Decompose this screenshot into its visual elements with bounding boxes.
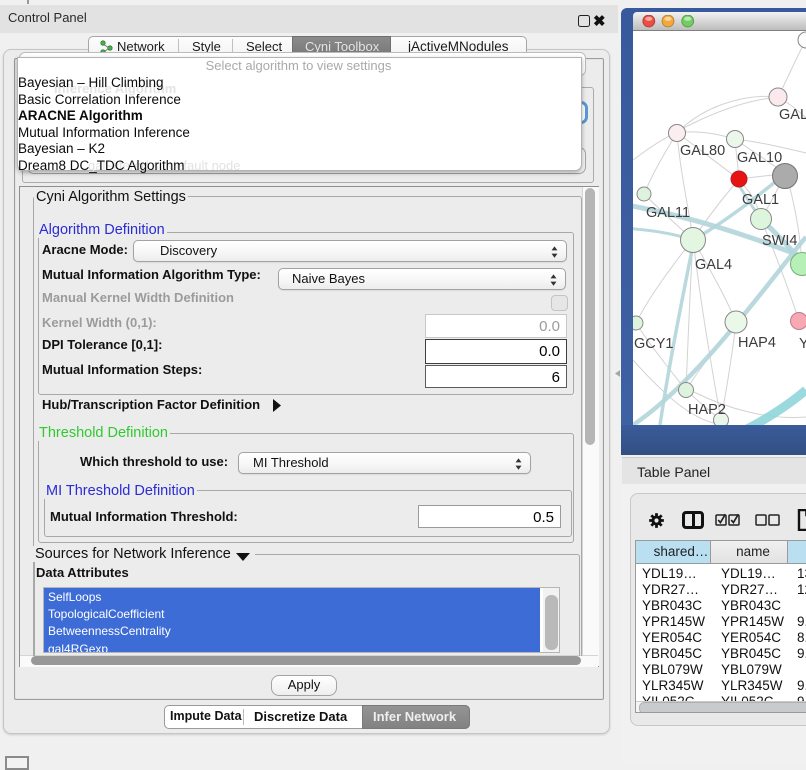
svg-text:HAP2: HAP2: [688, 402, 726, 418]
svg-text:SWI4: SWI4: [762, 233, 797, 249]
svg-text:GCY1: GCY1: [634, 336, 674, 352]
svg-text:GAL11: GAL11: [646, 205, 690, 221]
svg-text:GAL10: GAL10: [737, 150, 782, 166]
svg-text:Y: Y: [799, 336, 806, 352]
svg-text:HAP4: HAP4: [738, 335, 776, 351]
svg-text:GAL1: GAL1: [742, 192, 779, 208]
svg-text:GAL4: GAL4: [695, 257, 732, 273]
svg-text:GAL80: GAL80: [680, 143, 725, 159]
svg-text:GAL2: GAL2: [779, 107, 806, 123]
